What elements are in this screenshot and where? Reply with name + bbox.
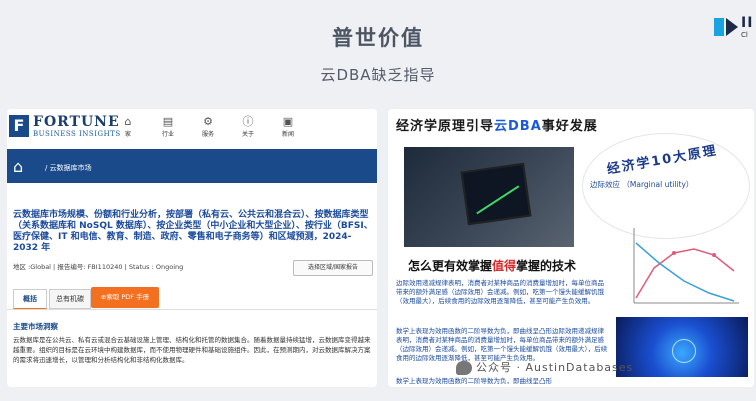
nav-news-label: 新闻 xyxy=(281,131,294,138)
key-question-pre: 怎么更有效掌握 xyxy=(408,259,493,273)
curve-point xyxy=(672,251,676,255)
stock-line xyxy=(476,185,520,215)
report-title: 云数据库市场规模、份额和行业分析，按部署（私有云、公共云和混合云）、按数据库类型… xyxy=(13,210,373,253)
nav-home-label: 家 xyxy=(124,131,131,138)
brand-name: FORTUNE xyxy=(33,114,120,130)
section-body: 云数据库是在公共云、私有云或混合云基础设施上管理、结构化和托管的数据集合。随着数… xyxy=(13,336,371,364)
nav-news[interactable]: ▣ 新闻 xyxy=(273,115,303,138)
paragraph-3: 数学上表现为效用函数的二阶导数为负，即曲线呈凸形 xyxy=(396,377,552,385)
nav-about-label: 关于 xyxy=(241,131,254,138)
report-screenshot-card: F FORTUNE BUSINESS INSIGHTS ⌂ 家 ▤ 行业 ⚙ 服… xyxy=(7,109,377,387)
services-icon: ⚙ xyxy=(203,115,213,128)
tab-divider xyxy=(7,309,377,310)
logo-text: II xyxy=(741,15,754,31)
watermark-text: 公众号 · AustinDatabases xyxy=(476,361,634,374)
report-meta: 地区 :Global | 报告编号: FBI110240 | Status : … xyxy=(13,263,184,271)
corner-logo: II Cl xyxy=(714,14,756,44)
breadcrumb[interactable]: / 云数据库市场 xyxy=(45,163,92,173)
logo-mark-icon xyxy=(714,18,738,36)
section-heading: 主要市场洞察 xyxy=(13,322,58,331)
tab-summary[interactable]: 概括 xyxy=(13,289,47,310)
region-select-button[interactable]: 选择区域/国家报告 xyxy=(293,260,373,276)
trader-photo xyxy=(404,147,574,247)
news-icon: ▣ xyxy=(282,115,294,128)
economics-title-pre: 经济学原理引导 xyxy=(396,119,495,134)
fortune-logo-icon: F xyxy=(9,115,29,137)
nav-about[interactable]: ⓘ 关于 xyxy=(233,115,263,138)
industry-icon: ▤ xyxy=(162,115,174,128)
watermark: 公众号 · AustinDatabases xyxy=(456,359,633,375)
request-pdf-button[interactable]: ⊕索取 PDF 手册 xyxy=(91,287,159,308)
paragraph-1: 边际效用递减规律表明，消费者对某种商品的消费量增加时，每单位商品带来的额外满足感… xyxy=(396,279,604,305)
glow-circle xyxy=(672,339,696,363)
nav-home[interactable]: ⌂ 家 xyxy=(113,115,143,138)
principles-subtitle: 边际效应 （Marginal utility） xyxy=(590,180,694,189)
economics-title-highlight: 云DBA xyxy=(494,119,542,134)
brand-tagline: BUSINESS INSIGHTS xyxy=(33,130,121,138)
breadcrumb-band: ⌂ / 云数据库市场 xyxy=(7,149,377,183)
info-icon: ⓘ xyxy=(242,115,254,128)
economics-title: 经济学原理引导云DBA事好发展 xyxy=(396,115,598,134)
tech-hand-image xyxy=(616,317,748,377)
paragraph-2: 数学上表现为效用函数的二阶导数为负，即曲线呈凸形边际效用递减规律表明，消费者对某… xyxy=(396,327,608,362)
economics-title-post: 事好发展 xyxy=(541,119,598,134)
site-header: F FORTUNE BUSINESS INSIGHTS ⌂ 家 ▤ 行业 ⚙ 服… xyxy=(7,109,377,149)
home-icon: ⌂ xyxy=(124,115,132,128)
slide-title: 普世价值 xyxy=(332,26,424,50)
nav-services[interactable]: ⚙ 服务 xyxy=(193,115,223,138)
tab-toc[interactable]: 总有机碳 xyxy=(49,289,91,309)
key-question-post: 掌握的技术 xyxy=(516,259,577,273)
phone-screen xyxy=(460,162,532,226)
utility-curve-graph xyxy=(633,228,739,304)
marginal-utility-curve xyxy=(635,242,735,302)
nav-industry-label: 行业 xyxy=(161,131,174,138)
key-question-highlight: 值得 xyxy=(492,259,517,273)
nav-industry[interactable]: ▤ 行业 xyxy=(153,115,183,138)
slide-subtitle: 云DBA缺乏指导 xyxy=(320,66,436,84)
economics-card: 经济学原理引导云DBA事好发展 经济学10大原理 边际效应 （Marginal … xyxy=(388,109,754,387)
breadcrumb-home-icon[interactable]: ⌂ xyxy=(13,157,23,176)
nav-services-label: 服务 xyxy=(201,131,214,138)
logo-sub: Cl xyxy=(741,31,748,39)
key-question: 怎么更有效掌握值得掌握的技术 xyxy=(408,257,576,274)
curve-point xyxy=(712,253,716,257)
wechat-icon xyxy=(456,361,472,375)
